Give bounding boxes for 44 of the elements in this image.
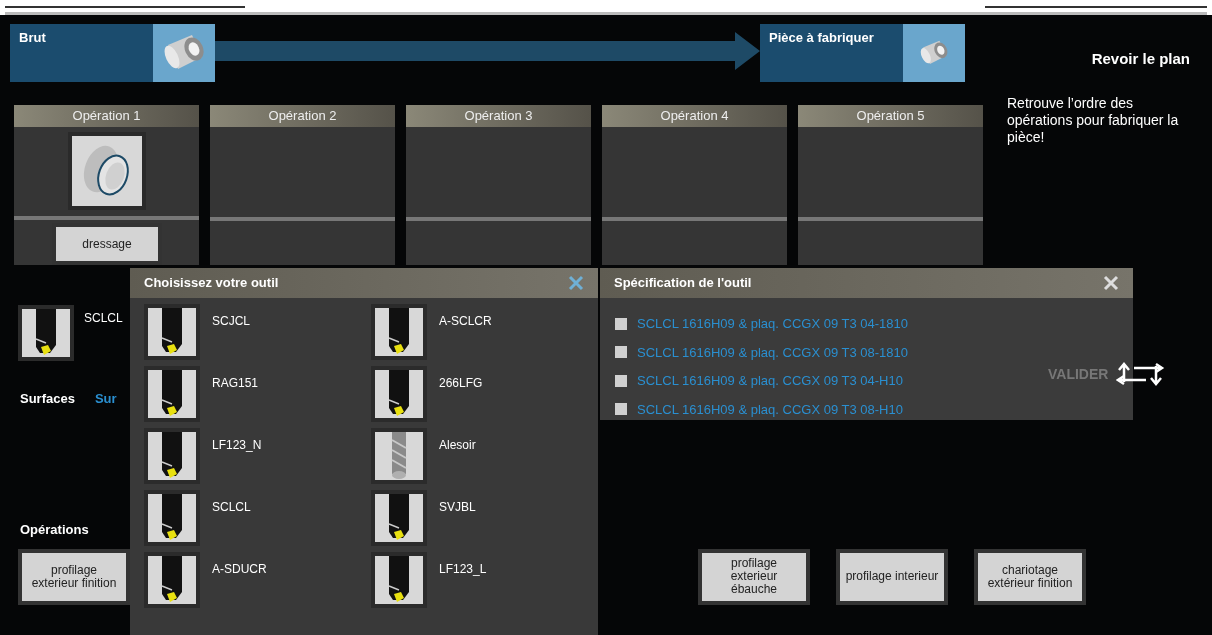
section-label: Opérations [20, 521, 89, 537]
tool-thumbnail[interactable] [144, 366, 200, 422]
checkbox[interactable] [615, 346, 627, 359]
dialog-title: Choisissez votre outil [144, 274, 279, 293]
tool-thumbnail[interactable] [371, 428, 427, 484]
tool-name[interactable]: RAG151 [212, 374, 259, 392]
card-title: Brut [18, 29, 47, 47]
slot-title: Opération 1 [72, 107, 141, 126]
tool-thumbnail[interactable] [371, 552, 427, 608]
tool-name[interactable]: Alesoir [439, 436, 476, 454]
tool-name: SCLCL [84, 310, 123, 327]
slot-title: Opération 3 [464, 107, 533, 126]
operation-button[interactable]: profilage interieur [836, 548, 948, 605]
checkbox[interactable] [615, 317, 627, 330]
review-plan-link[interactable]: Revoir le plan [1091, 48, 1190, 71]
tool-name[interactable]: A-SCLCR [439, 312, 492, 330]
tool-name[interactable]: LF123_L [439, 560, 487, 578]
tool-thumbnail[interactable] [144, 428, 200, 484]
section-label: Surfaces [20, 390, 75, 408]
operation-button[interactable]: profilage exterieur ébauche [698, 548, 810, 605]
instruction-text: Retrouve l’ordre des opérations pour fabriquer la pièce! [1007, 95, 1180, 146]
tool-thumbnail[interactable] [144, 304, 200, 360]
card-title: Pièce à fabriquer [768, 29, 875, 47]
tool-name[interactable]: LF123_N [212, 436, 262, 454]
tool-name[interactable]: 266LFG [439, 374, 483, 392]
tool-thumbnail[interactable] [144, 552, 200, 608]
tool-name[interactable]: SVJBL [439, 498, 476, 516]
operation-button[interactable]: chariotage extérieur finition [974, 548, 1086, 605]
checkbox[interactable] [615, 374, 627, 387]
slot-title: Opération 5 [856, 107, 925, 126]
surface-legend: Sur [94, 389, 117, 409]
tool-name[interactable]: SCLCL [212, 498, 251, 516]
checkbox[interactable] [615, 403, 627, 416]
slot-title: Opération 4 [660, 107, 729, 126]
tool-thumbnail[interactable] [371, 366, 427, 422]
slot-title: Opération 2 [268, 107, 337, 126]
tool-name[interactable]: A-SDUCR [212, 560, 267, 578]
dialog-title: Spécification de l'outil [614, 274, 752, 293]
tool-thumbnail[interactable] [144, 490, 200, 546]
tool-thumbnail[interactable] [18, 305, 74, 361]
tool-thumbnail[interactable] [371, 304, 427, 360]
tool-name[interactable]: SCJCL [212, 312, 250, 330]
operation-button[interactable]: profilage exterieur finition [18, 548, 130, 605]
tool-thumbnail[interactable] [371, 490, 427, 546]
